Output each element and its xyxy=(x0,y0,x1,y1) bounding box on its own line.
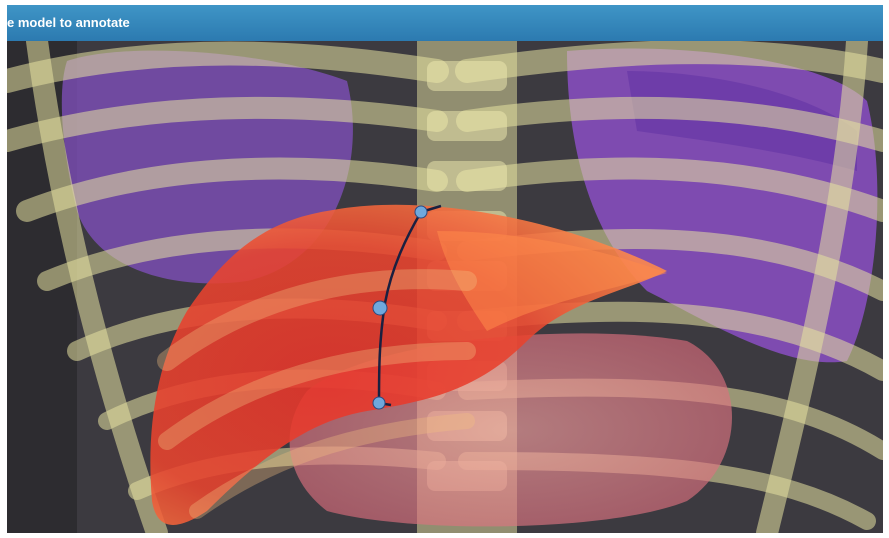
3d-viewport[interactable] xyxy=(7,41,883,533)
window-title: e model to annotate xyxy=(7,15,130,30)
app-window: e model to annotate xyxy=(7,5,883,533)
annotation-point-middle[interactable] xyxy=(372,300,388,316)
annotation-point-top[interactable] xyxy=(414,205,428,219)
annotation-point-bottom[interactable] xyxy=(372,396,386,410)
title-bar: e model to annotate xyxy=(7,5,883,41)
anatomy-render[interactable] xyxy=(7,41,883,533)
